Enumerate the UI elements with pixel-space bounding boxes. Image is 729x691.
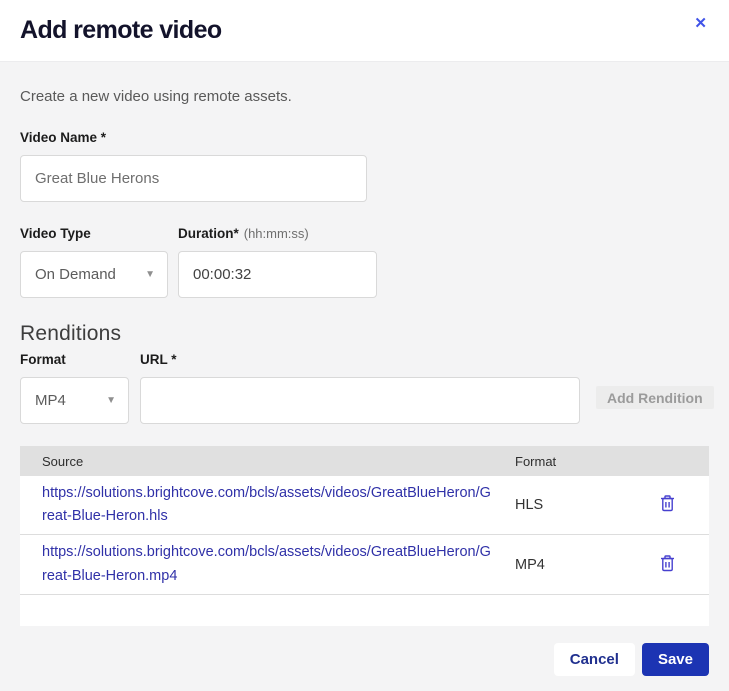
chevron-down-icon: ▼ xyxy=(106,395,116,406)
rendition-format: MP4 xyxy=(515,557,660,573)
format-group: Format MP4 ▼ xyxy=(20,352,129,424)
duration-hint: (hh:mm:ss) xyxy=(244,226,309,241)
table-row: https://solutions.brightcove.com/bcls/as… xyxy=(20,476,709,535)
table-row: https://solutions.brightcove.com/bcls/as… xyxy=(20,535,709,594)
trash-icon xyxy=(660,555,675,575)
save-button[interactable]: Save xyxy=(642,643,709,676)
video-name-label: Video Name * xyxy=(20,130,709,145)
modal-body: Create a new video using remote assets. … xyxy=(0,62,729,626)
rendition-source-link[interactable]: https://solutions.brightcove.com/bcls/as… xyxy=(42,535,491,593)
format-value: MP4 xyxy=(35,392,66,409)
table-header-row: Source Format xyxy=(20,446,709,476)
video-type-group: Video Type On Demand ▼ xyxy=(20,226,168,298)
video-type-select[interactable]: On Demand ▼ xyxy=(20,251,168,298)
url-group: URL * xyxy=(140,352,580,424)
video-name-input[interactable] xyxy=(20,155,367,202)
modal-footer: Cancel Save xyxy=(0,626,729,691)
source-column-header: Source xyxy=(20,454,515,469)
url-input[interactable] xyxy=(140,377,580,424)
delete-rendition-button[interactable] xyxy=(660,495,675,515)
trash-icon xyxy=(660,495,675,515)
page-title: Add remote video xyxy=(20,16,222,45)
format-column-header: Format xyxy=(515,454,660,469)
duration-group: Duration*(hh:mm:ss) xyxy=(178,226,377,298)
type-duration-row: Video Type On Demand ▼ Duration*(hh:mm:s… xyxy=(20,226,709,298)
video-type-label: Video Type xyxy=(20,226,168,241)
modal-description: Create a new video using remote assets. xyxy=(20,88,709,105)
renditions-table: Source Format https://solutions.brightco… xyxy=(20,446,709,626)
rendition-source-link[interactable]: https://solutions.brightcove.com/bcls/as… xyxy=(42,476,491,534)
close-icon[interactable]: ✕ xyxy=(692,14,709,33)
cancel-button[interactable]: Cancel xyxy=(554,643,635,676)
delete-rendition-button[interactable] xyxy=(660,555,675,575)
rendition-form-row: Format MP4 ▼ URL * Add Rendition xyxy=(20,352,709,424)
duration-label: Duration*(hh:mm:ss) xyxy=(178,226,377,241)
add-remote-video-modal: Add remote video ✕ Create a new video us… xyxy=(0,0,729,691)
format-select[interactable]: MP4 ▼ xyxy=(20,377,129,424)
video-type-value: On Demand xyxy=(35,266,116,283)
url-label: URL * xyxy=(140,352,580,367)
add-rendition-button[interactable]: Add Rendition xyxy=(596,386,714,409)
duration-input[interactable] xyxy=(178,251,377,298)
modal-header: Add remote video ✕ xyxy=(0,0,729,62)
chevron-down-icon: ▼ xyxy=(145,269,155,280)
format-label: Format xyxy=(20,352,129,367)
renditions-heading: Renditions xyxy=(20,322,709,346)
video-name-group: Video Name * xyxy=(20,130,709,202)
rendition-format: HLS xyxy=(515,497,660,513)
